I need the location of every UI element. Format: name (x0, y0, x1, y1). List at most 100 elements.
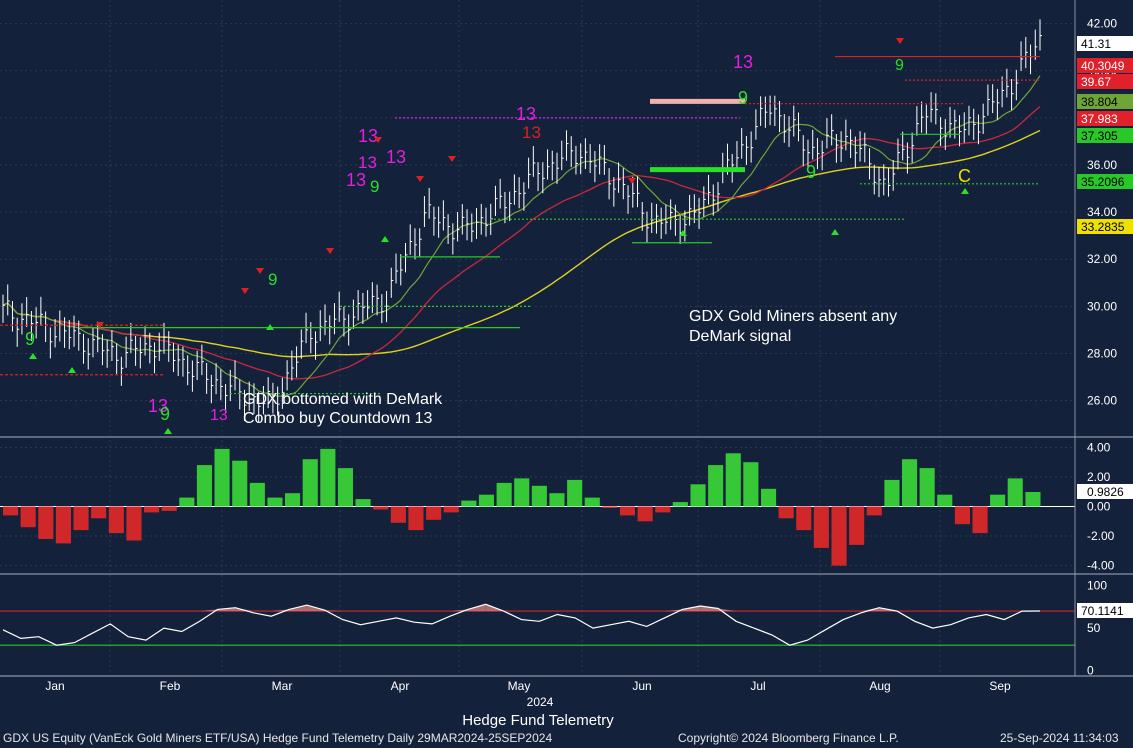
osc-bar (672, 502, 688, 507)
x-tick-label: Apr (391, 679, 410, 693)
osc-bar (478, 494, 494, 507)
osc-bar (567, 479, 583, 507)
x-tick-label: Sep (989, 679, 1011, 693)
annotation-absent-line1: GDX Gold Miners absent any (689, 308, 897, 325)
annotation-bottom-line1: GDX bottomed with DeMark (243, 391, 443, 408)
footer-right: 25-Sep-2024 11:34:03 (1000, 731, 1119, 745)
osc-bar (20, 506, 36, 528)
osc-bar (778, 506, 794, 519)
annotation-absent-line2: DeMark signal (689, 328, 791, 345)
osc-bar (144, 506, 160, 513)
osc-bar (302, 459, 318, 507)
osc-bar (232, 460, 248, 507)
x-tick-label: Aug (869, 679, 890, 693)
osc-bar (38, 506, 54, 539)
osc-bar (390, 506, 406, 523)
demark-count-label: 13 (210, 407, 228, 424)
osc-bar (3, 506, 19, 516)
x-tick-label: Mar (272, 679, 293, 693)
gdx-chart: Jan Feb Mar Apr May Jun Jul Aug Sep 26.00 28.00 30.… (0, 0, 1133, 729)
footer-bar: GDX US Equity (VanEck Gold Miners ETF/US… (0, 728, 1133, 748)
osc-bar (249, 482, 265, 507)
price-value-label: 37.983 (1081, 112, 1118, 126)
demark-count-label: 9 (25, 329, 35, 349)
osc-tick-label: 2.00 (1087, 470, 1111, 484)
osc-bar (126, 506, 142, 541)
osc-bar (443, 506, 459, 513)
osc-bar (337, 468, 353, 507)
price-value-label: 39.67 (1081, 75, 1111, 89)
osc-tick-label: -4.00 (1087, 559, 1115, 573)
osc-tick-label: 0.00 (1087, 500, 1111, 514)
osc-bar (584, 497, 600, 507)
x-axis-title: Hedge Fund Telemetry (462, 712, 614, 728)
osc-bar (531, 485, 547, 507)
x-tick-label: Jan (45, 679, 64, 693)
osc-bar (408, 506, 424, 531)
osc-value-label: 0.9826 (1087, 485, 1124, 499)
price-tick-label: 32.00 (1087, 252, 1117, 266)
demark-count-label: 13 (522, 123, 541, 142)
price-tick-label: 42.00 (1087, 17, 1117, 31)
demark-count-label: C (958, 166, 971, 186)
osc-bar (937, 494, 953, 507)
price-tick-label: 34.00 (1087, 205, 1117, 219)
osc-bar (161, 506, 177, 511)
price-value-label: 35.2096 (1081, 175, 1125, 189)
price-tick-label: 28.00 (1087, 347, 1117, 361)
osc-bar (954, 506, 970, 525)
osc-bar (320, 448, 336, 507)
osc-bar (514, 478, 530, 507)
x-tick-label: May (508, 679, 531, 693)
osc-bar (214, 448, 230, 507)
demark-count-label: 9 (268, 270, 277, 289)
osc-bar (461, 500, 477, 507)
osc-bar (919, 468, 935, 507)
annotation-bottom-line2: Combo buy Countdown 13 (243, 410, 433, 427)
osc-bar (496, 482, 512, 507)
osc-bar (355, 499, 371, 507)
footer-center: Copyright© 2024 Bloomberg Finance L.P. (678, 731, 899, 745)
osc-bar (108, 506, 124, 534)
osc-bar (73, 506, 89, 531)
x-tick-label: Jul (750, 679, 765, 693)
osc-bar (285, 493, 301, 507)
price-value-label: 40.3049 (1081, 59, 1125, 73)
osc-bar (267, 497, 283, 507)
osc-bar (55, 506, 71, 544)
osc-bar (1025, 492, 1041, 507)
demark-count-label: 13 (733, 52, 753, 72)
osc-bar (1007, 478, 1023, 507)
osc-bar (796, 506, 812, 531)
x-tick-label: Feb (160, 679, 181, 693)
chart-root: Jan Feb Mar Apr May Jun Jul Aug Sep 26.00 28.00 30.… (0, 0, 1133, 748)
osc-bar (902, 459, 918, 507)
demark-count-label: 13 (386, 147, 406, 167)
demark-count-label: 9 (370, 177, 379, 196)
osc-tick-label: 4.00 (1087, 440, 1111, 454)
osc-bar (849, 506, 865, 545)
rsi-tick-label: 0 (1087, 664, 1094, 678)
osc-bar (884, 479, 900, 507)
x-tick-label: Jun (632, 679, 651, 693)
price-value-label: 38.804 (1081, 95, 1118, 109)
demark-count-label: 13 (358, 126, 378, 146)
price-value-label: 41.31 (1081, 37, 1111, 51)
footer-left: GDX US Equity (VanEck Gold Miners ETF/US… (3, 731, 553, 745)
demark-count-label: 13 (346, 170, 366, 190)
osc-bar (196, 465, 212, 507)
demark-count-label: 9 (895, 57, 904, 74)
osc-bar (655, 506, 671, 513)
price-tick-label: 36.00 (1087, 158, 1117, 172)
osc-bar (813, 506, 829, 548)
price-value-label: 37.305 (1081, 129, 1118, 143)
osc-bar (91, 506, 107, 519)
osc-bar (637, 506, 653, 522)
demark-count-label: 9 (738, 88, 748, 108)
rsi-value-label: 70.1141 (1081, 604, 1124, 618)
osc-bar (972, 506, 988, 534)
osc-bar (990, 494, 1006, 507)
x-axis-year: 2024 (527, 695, 554, 709)
osc-bar (690, 484, 706, 507)
price-value-label: 33.2835 (1081, 220, 1125, 234)
